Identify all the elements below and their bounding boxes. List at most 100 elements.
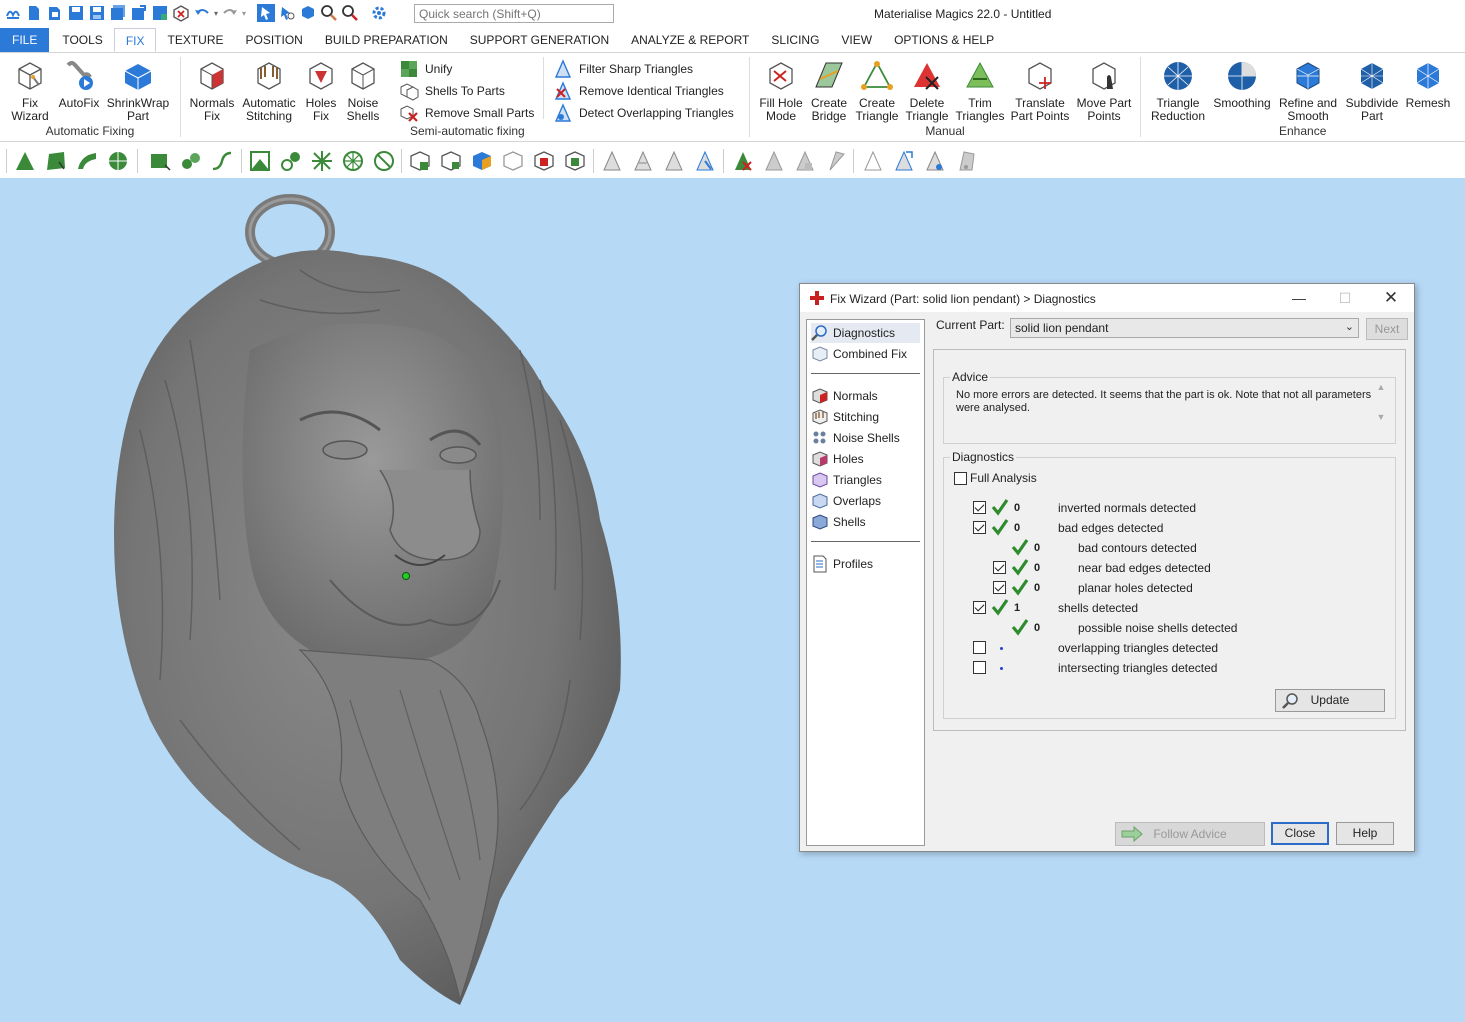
mark-shell-icon[interactable] bbox=[106, 149, 130, 173]
nav-item-shells[interactable]: Shells bbox=[811, 512, 866, 532]
help-button[interactable]: Help bbox=[1336, 822, 1394, 845]
part-view-2-icon[interactable] bbox=[439, 149, 463, 173]
close-window-button[interactable]: ✕ bbox=[1376, 289, 1406, 307]
zoom-out-icon[interactable] bbox=[341, 4, 359, 22]
mark-triangle-icon[interactable] bbox=[13, 149, 37, 173]
part-red-icon[interactable] bbox=[532, 149, 556, 173]
redo-icon[interactable] bbox=[221, 4, 239, 22]
tab-fix[interactable]: FIX bbox=[113, 28, 157, 52]
remesh-button[interactable]: Remesh bbox=[1403, 59, 1453, 110]
diagnostic-checkbox[interactable] bbox=[973, 661, 986, 674]
maximize-button[interactable]: ☐ bbox=[1330, 289, 1360, 307]
advice-scrollbar[interactable]: ▲ ▼ bbox=[1375, 382, 1387, 428]
diagnostic-checkbox[interactable] bbox=[973, 641, 986, 654]
save-icon[interactable] bbox=[67, 4, 85, 22]
triangle-select-2-icon[interactable] bbox=[631, 149, 655, 173]
select-mode-icon[interactable] bbox=[257, 4, 276, 22]
mark-box-icon[interactable] bbox=[248, 149, 272, 173]
zoom-part-icon[interactable] bbox=[299, 4, 317, 22]
smoothing-button[interactable]: Smoothing bbox=[1211, 59, 1273, 110]
tab-slicing[interactable]: SLICING bbox=[760, 28, 830, 52]
filter-sharp-triangles-button[interactable]: Filter Sharp Triangles bbox=[553, 59, 693, 79]
full-analysis-checkbox[interactable] bbox=[954, 472, 967, 485]
part-view-icon[interactable] bbox=[408, 149, 432, 173]
tab-tools[interactable]: TOOLS bbox=[51, 28, 113, 52]
delete-marked-icon[interactable] bbox=[731, 149, 755, 173]
undo-dropdown-icon[interactable]: ▾ bbox=[214, 9, 218, 18]
nav-item-triangles[interactable]: Triangles bbox=[811, 470, 882, 490]
settings-icon[interactable] bbox=[370, 4, 388, 22]
mark-surface-icon[interactable] bbox=[75, 149, 99, 173]
part-green-icon[interactable] bbox=[563, 149, 587, 173]
nav-item-overlaps[interactable]: Overlaps bbox=[811, 491, 881, 511]
dialog-titlebar[interactable]: Fix Wizard (Part: solid lion pendant) > … bbox=[800, 284, 1414, 312]
undo-icon[interactable] bbox=[193, 4, 211, 22]
minimize-button[interactable]: — bbox=[1284, 289, 1314, 307]
save-as-icon[interactable] bbox=[88, 4, 106, 22]
quick-search-input[interactable] bbox=[414, 4, 614, 23]
noise-shells-button[interactable]: Noise Shells bbox=[343, 59, 383, 123]
normals-fix-button[interactable]: Normals Fix bbox=[189, 59, 235, 123]
fill-hole-mode-button[interactable]: Fill Hole Mode bbox=[756, 59, 806, 123]
mark-invert-icon[interactable] bbox=[310, 149, 334, 173]
triangle-eye-icon[interactable] bbox=[923, 149, 947, 173]
holes-fix-button[interactable]: Holes Fix bbox=[301, 59, 341, 123]
part-highlight-icon[interactable] bbox=[470, 149, 494, 173]
triangle-gray-3-icon[interactable] bbox=[824, 149, 848, 173]
nav-item-profiles[interactable]: Profiles bbox=[811, 554, 873, 574]
tab-support-generation[interactable]: SUPPORT GENERATION bbox=[459, 28, 620, 52]
nav-item-combined-fix[interactable]: Combined Fix bbox=[811, 344, 907, 364]
tab-position[interactable]: POSITION bbox=[235, 28, 314, 52]
triangle-swap-icon[interactable] bbox=[892, 149, 916, 173]
shrinkwrap-part-button[interactable]: ShrinkWrap Part bbox=[104, 59, 172, 123]
refine-and-smooth-button[interactable]: Refine and Smooth bbox=[1275, 59, 1341, 123]
diagnostic-checkbox[interactable] bbox=[993, 581, 1006, 594]
triangle-gray-2-icon[interactable] bbox=[793, 149, 817, 173]
remove-identical-triangles-button[interactable]: Remove Identical Triangles bbox=[553, 81, 724, 101]
unmark-rectangle-icon[interactable] bbox=[148, 149, 172, 173]
nav-item-normals[interactable]: Normals bbox=[811, 386, 878, 406]
new-file-icon[interactable] bbox=[25, 4, 43, 22]
next-button[interactable]: Next bbox=[1366, 318, 1408, 340]
nav-item-diagnostics[interactable]: Diagnostics bbox=[811, 323, 920, 343]
triangle-gray-icon[interactable] bbox=[762, 149, 786, 173]
nav-item-stitching[interactable]: Stitching bbox=[811, 407, 879, 427]
diagnostic-checkbox[interactable] bbox=[973, 521, 986, 534]
create-bridge-button[interactable]: Create Bridge bbox=[808, 59, 850, 123]
update-button[interactable]: Update bbox=[1275, 689, 1385, 712]
move-part-points-button[interactable]: Move Part Points bbox=[1074, 59, 1134, 123]
tab-options-help[interactable]: OPTIONS & HELP bbox=[883, 28, 1005, 52]
import-icon[interactable] bbox=[130, 4, 148, 22]
diagnostic-checkbox[interactable] bbox=[973, 501, 986, 514]
triangle-select-blue-icon[interactable] bbox=[693, 149, 717, 173]
triangle-select-icon[interactable] bbox=[600, 149, 624, 173]
trim-triangles-button[interactable]: Trim Triangles bbox=[954, 59, 1006, 123]
select-triangles-icon[interactable] bbox=[278, 4, 296, 22]
zoom-icon[interactable] bbox=[320, 4, 338, 22]
triangle-select-3-icon[interactable] bbox=[662, 149, 686, 173]
mark-contour-icon[interactable] bbox=[179, 149, 203, 173]
tab-file[interactable]: FILE bbox=[0, 28, 50, 52]
triangle-outline-icon[interactable] bbox=[861, 149, 885, 173]
diagnostic-checkbox[interactable] bbox=[993, 561, 1006, 574]
unmark-all-icon[interactable] bbox=[372, 149, 396, 173]
open-file-icon[interactable] bbox=[46, 4, 64, 22]
fix-wizard-button[interactable]: Fix Wizard bbox=[8, 59, 52, 123]
tab-analyze-report[interactable]: ANALYZE & REPORT bbox=[620, 28, 760, 52]
translate-part-points-button[interactable]: Translate Part Points bbox=[1008, 59, 1072, 123]
nav-item-holes[interactable]: Holes bbox=[811, 449, 864, 469]
nav-item-noise-shells[interactable]: Noise Shells bbox=[811, 428, 900, 448]
subdivide-part-button[interactable]: Subdivide Part bbox=[1343, 59, 1401, 123]
save-part-icon[interactable] bbox=[151, 4, 169, 22]
mark-curve-icon[interactable] bbox=[210, 149, 234, 173]
create-triangle-button[interactable]: Create Triangle bbox=[852, 59, 902, 123]
magics-logo-icon[interactable] bbox=[4, 4, 22, 22]
triangle-hide-icon[interactable] bbox=[954, 149, 978, 173]
part-outline-icon[interactable] bbox=[501, 149, 525, 173]
redo-dropdown-icon[interactable]: ▾ bbox=[242, 9, 246, 18]
current-part-select[interactable]: solid lion pendant ⌄ bbox=[1010, 318, 1359, 338]
detect-overlapping-triangles-button[interactable]: Detect Overlapping Triangles bbox=[553, 103, 734, 123]
tab-build-preparation[interactable]: BUILD PREPARATION bbox=[314, 28, 459, 52]
triangle-reduction-button[interactable]: Triangle Reduction bbox=[1145, 59, 1211, 123]
close-button[interactable]: Close bbox=[1271, 822, 1329, 845]
